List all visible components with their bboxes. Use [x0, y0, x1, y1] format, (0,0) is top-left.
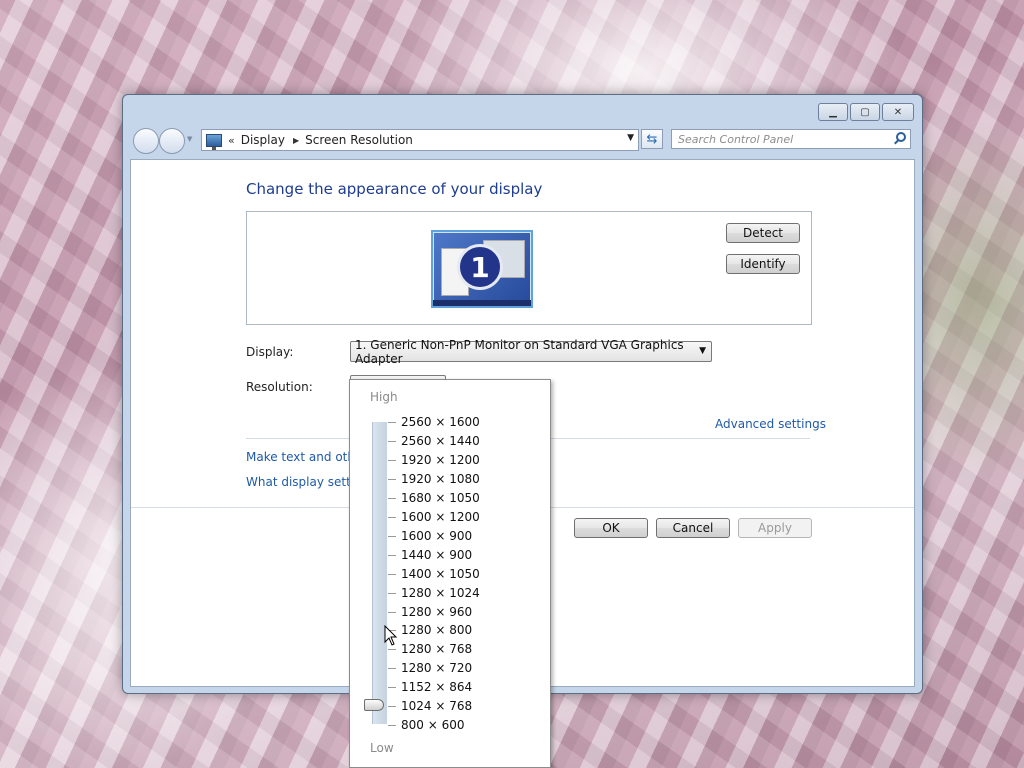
resolution-option[interactable]: 800 × 600 — [401, 718, 465, 732]
slider-tick — [388, 611, 396, 613]
display-control-panel-icon — [206, 133, 222, 150]
resolution-option[interactable]: 1152 × 864 — [401, 680, 472, 694]
breadcrumb-arrow-icon[interactable]: ▶ — [293, 136, 299, 145]
breadcrumb-screen-resolution[interactable]: Screen Resolution — [305, 133, 413, 147]
slider-tick — [388, 573, 396, 575]
resolution-option[interactable]: 1024 × 768 — [401, 699, 472, 713]
identify-button[interactable]: Identify — [726, 254, 800, 274]
display-label: Display: — [246, 345, 294, 359]
address-dropdown-icon[interactable]: ▼ — [627, 133, 634, 143]
resolution-option[interactable]: 1280 × 1024 — [401, 586, 480, 600]
resolution-option[interactable]: 1680 × 1050 — [401, 491, 480, 505]
monitor-1-icon[interactable]: 1 — [431, 230, 533, 308]
resolution-option[interactable]: 2560 × 1440 — [401, 434, 480, 448]
caption-buttons: ▁ ▢ ✕ — [818, 103, 914, 121]
maximize-button[interactable]: ▢ — [850, 103, 880, 121]
slider-tick — [388, 554, 396, 556]
detect-button[interactable]: Detect — [726, 223, 800, 243]
resolution-option[interactable]: 1280 × 960 — [401, 605, 472, 619]
page-title: Change the appearance of your display — [246, 180, 543, 198]
slider-high-label: High — [370, 390, 398, 404]
search-icon[interactable] — [896, 132, 906, 142]
resolution-option[interactable]: 1400 × 1050 — [401, 567, 480, 581]
monitor-number: 1 — [457, 244, 503, 290]
address-bar[interactable]: « Display ▶ Screen Resolution ▼ — [201, 129, 639, 151]
resolution-option[interactable]: 1600 × 1200 — [401, 510, 480, 524]
resolution-option[interactable]: 1280 × 768 — [401, 642, 472, 656]
recent-pages-icon[interactable]: ▼ — [187, 135, 192, 143]
resolution-option[interactable]: 2560 × 1600 — [401, 415, 480, 429]
display-select-value: 1. Generic Non-PnP Monitor on Standard V… — [355, 337, 684, 366]
maximize-icon: ▢ — [860, 106, 870, 118]
search-input[interactable] — [672, 130, 894, 148]
refresh-icon: ⇆ — [646, 131, 658, 147]
monitor-preview-panel: 1 Detect Identify — [246, 211, 812, 325]
slider-tick — [388, 497, 396, 499]
slider-tick — [388, 592, 396, 594]
resolution-slider-thumb[interactable] — [364, 699, 384, 711]
slider-tick — [388, 459, 396, 461]
back-button[interactable] — [133, 128, 159, 154]
slider-tick — [388, 440, 396, 442]
slider-tick — [388, 649, 396, 651]
resolution-option[interactable]: 1600 × 900 — [401, 529, 472, 543]
slider-tick — [388, 668, 396, 670]
slider-tick — [388, 725, 396, 727]
breadcrumb-display[interactable]: Display — [241, 133, 285, 147]
cancel-button[interactable]: Cancel — [656, 518, 730, 538]
resolution-option[interactable]: 1920 × 1080 — [401, 472, 480, 486]
slider-tick — [388, 687, 396, 689]
display-select[interactable]: 1. Generic Non-PnP Monitor on Standard V… — [350, 338, 712, 366]
navigation-bar: ▼ « Display ▶ Screen Resolution ▼ ⇆ — [131, 127, 914, 154]
refresh-button[interactable]: ⇆ — [641, 129, 663, 149]
slider-tick — [388, 516, 396, 518]
slider-tick — [388, 422, 396, 423]
resolution-option[interactable]: 1280 × 720 — [401, 661, 472, 675]
resolution-slider-track[interactable] — [372, 422, 387, 724]
resolution-option[interactable]: 1440 × 900 — [401, 548, 472, 562]
advanced-settings-link[interactable]: Advanced settings — [715, 417, 826, 431]
close-button[interactable]: ✕ — [882, 103, 914, 121]
forward-button[interactable] — [159, 128, 185, 154]
minimize-icon: ▁ — [829, 106, 837, 118]
resolution-slider-popup: High 2560 × 1600 2560 × 1440 1920 × 1200 19… — [349, 379, 551, 768]
monitor-taskbar-graphic — [433, 300, 531, 306]
resolution-label: Resolution: — [246, 380, 313, 394]
resolution-option[interactable]: 1920 × 1200 — [401, 453, 480, 467]
minimize-button[interactable]: ▁ — [818, 103, 848, 121]
close-icon: ✕ — [893, 106, 903, 118]
slider-tick — [388, 706, 396, 708]
slider-tick — [388, 478, 396, 480]
ok-button[interactable]: OK — [574, 518, 648, 538]
chevron-down-icon: ▼ — [699, 346, 706, 356]
slider-tick — [388, 535, 396, 537]
search-box — [671, 129, 911, 149]
breadcrumb-overflow[interactable]: « — [228, 134, 235, 147]
resolution-option[interactable]: 1280 × 800 — [401, 623, 472, 637]
slider-low-label: Low — [370, 741, 394, 755]
apply-button[interactable]: Apply — [738, 518, 812, 538]
